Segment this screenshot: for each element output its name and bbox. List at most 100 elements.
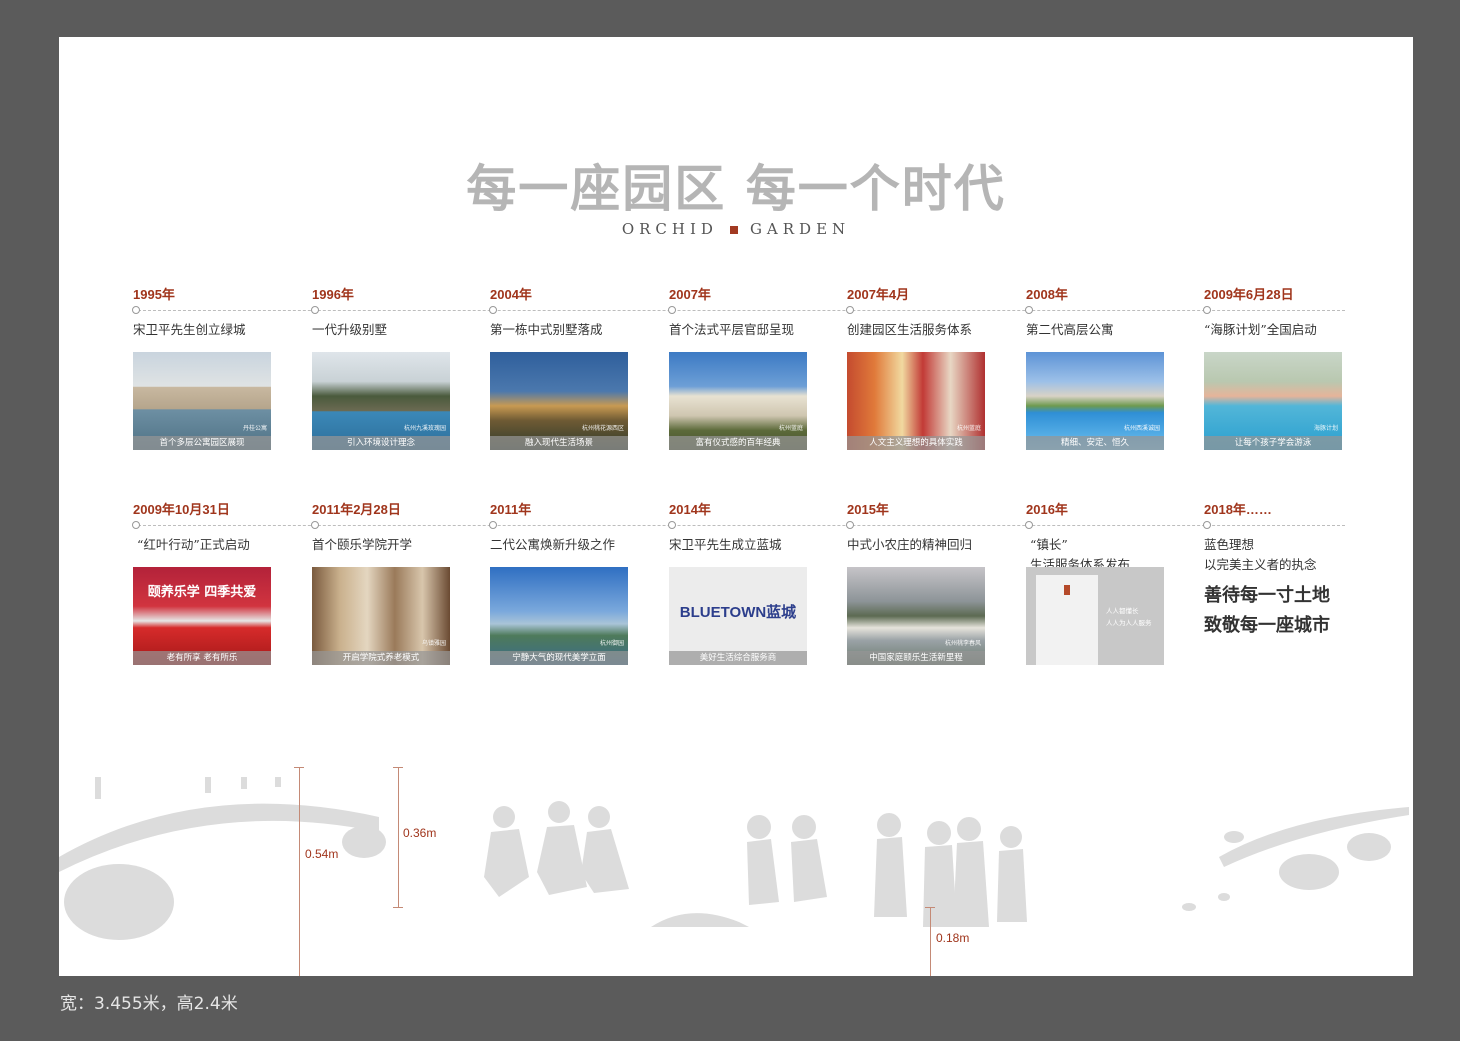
photo-caption: 引入环境设计理念 (312, 436, 450, 450)
timeline-node-icon (489, 306, 497, 314)
timeline-node-icon (668, 521, 676, 529)
brochure-image (1036, 575, 1098, 665)
runner-shape (493, 806, 515, 828)
timeline-date: 2004年 (490, 287, 532, 302)
timeline-photo: 人人都懂长 人人为人人服务 (1026, 567, 1164, 665)
photo-tag: 杭州蓝庭 (956, 425, 981, 432)
photo-tag: 丹桂公寓 (242, 425, 267, 432)
dimension-line (930, 907, 931, 976)
person-shape (95, 777, 101, 799)
child-shape (953, 841, 989, 927)
dimension-label: 0.18m (936, 931, 970, 945)
timeline-date: 2007年4月 (847, 287, 910, 302)
dimension-tick (294, 767, 304, 768)
timeline-date: 2007年 (669, 287, 711, 302)
timeline-date: 2018年…… (1204, 502, 1272, 517)
child-shape (791, 839, 827, 902)
person-shape (275, 777, 281, 787)
photo-caption: 开启学院式养老模式 (312, 651, 450, 665)
photo-banner: 颐养乐学 四季共爱 (147, 585, 257, 600)
timeline-node-icon (846, 521, 854, 529)
subtitle-right: GARDEN (749, 220, 851, 238)
silhouette-decoration (59, 777, 1409, 940)
grass-shape (651, 913, 749, 927)
photo-tag: 海豚计划 (1313, 425, 1338, 432)
photo-caption: 老有所享 老有所乐 (133, 651, 271, 665)
timeline-date: 2008年 (1026, 287, 1068, 302)
timeline-date: 2014年 (669, 502, 711, 517)
bridge-shape (59, 803, 379, 872)
timeline-node-icon (1203, 521, 1211, 529)
photo-caption: 融入现代生活场景 (490, 436, 628, 450)
photo-caption: 宁静大气的现代美学立面 (490, 651, 628, 665)
subtitle-left: ORCHID (621, 220, 718, 238)
timeline-date: 2011年2月28日 (312, 502, 401, 517)
timeline-node-icon (668, 306, 676, 314)
timeline-text: “海豚计划”全国启动 (1204, 322, 1317, 337)
photo-caption: 精细、安定、恒久 (1026, 436, 1164, 450)
runner-shape (548, 801, 570, 823)
photo-tag: 杭州蓝庭 (778, 425, 803, 432)
timeline-photo: 杭州西溪诚园 精细、安定、恒久 (1026, 352, 1164, 450)
person-shape (241, 777, 247, 789)
blossom-shape (1279, 854, 1339, 890)
child-shape (874, 837, 907, 917)
child-shape (747, 839, 779, 905)
slogan-box: 善待每一寸土地 致敬每一座城市 (1204, 567, 1342, 665)
photo-caption: 富有仪式感的百年经典 (669, 436, 807, 450)
child-shape (792, 815, 816, 839)
dimension-label: 0.36m (403, 826, 437, 840)
dimension-label: 0.54m (305, 847, 339, 861)
person-shape (205, 777, 211, 793)
dimension-tick (925, 907, 935, 908)
dimension-line (299, 767, 300, 976)
timeline-date: 2009年10月31日 (133, 502, 230, 517)
timeline-photo: BLUETOWN蓝城 美好生活综合服务商 (669, 567, 807, 665)
runner-shape (537, 825, 587, 895)
bluetown-logo: BLUETOWN蓝城 (679, 604, 797, 621)
photo-tag: 杭州桃李春风 (944, 640, 981, 647)
timeline-node-icon (1025, 306, 1033, 314)
timeline-photo: 颐养乐学 四季共爱 老有所享 老有所乐 (133, 567, 271, 665)
timeline-text: “红叶行动”正式启动 (137, 537, 250, 552)
photo-tag: 杭州桃花源西区 (581, 425, 624, 432)
timeline-node-icon (311, 306, 319, 314)
timeline-photo: 杭州蓝庭 人文主义理想的具体实践 (847, 352, 985, 450)
subtitle-dot-icon (729, 226, 738, 234)
timeline-text: 中式小农庄的精神回归 (847, 537, 973, 552)
timeline-text: 一代升级别墅 (312, 322, 388, 337)
timeline-text: 首个法式平层官邸呈现 (669, 322, 795, 337)
child-shape (1000, 826, 1022, 848)
photo-tag: 杭州御园 (599, 640, 624, 647)
timeline-node-icon (132, 521, 140, 529)
timeline-text: 首个颐乐学院开学 (312, 537, 413, 552)
timeline-node-icon (1025, 521, 1033, 529)
brochure-text: 人人都懂长 人人为人人服务 (1106, 607, 1152, 627)
display-board: 每一座园区 每一个时代 ORCHID GARDEN 1995年 宋卫平先生创立绿城… (59, 37, 1413, 976)
photo-tag: 杭州九溪玫瑰园 (403, 425, 446, 432)
timeline-node-icon (311, 521, 319, 529)
timeline-node-icon (846, 306, 854, 314)
timeline-photo: 杭州桃花源西区 融入现代生活场景 (490, 352, 628, 450)
brochure-mark-icon (1064, 585, 1070, 595)
photo-caption: 人文主义理想的具体实践 (847, 436, 985, 450)
page-title: 每一座园区 每一个时代 (466, 160, 1006, 218)
runner-shape (588, 806, 610, 828)
photo-caption: 美好生活综合服务商 (669, 651, 807, 665)
page-subtitle: ORCHID GARDEN (59, 220, 1413, 238)
timeline-text: 第二代高层公寓 (1026, 322, 1114, 337)
blossom-shape (1347, 833, 1391, 861)
petal-shape (1218, 893, 1230, 901)
timeline-photo: 杭州九溪玫瑰园 引入环境设计理念 (312, 352, 450, 450)
child-shape (923, 845, 957, 927)
child-shape (747, 815, 771, 839)
timeline-date: 2016年 (1026, 502, 1068, 517)
child-shape (957, 817, 981, 841)
timeline-photo: 乌镇雅园 开启学院式养老模式 (312, 567, 450, 665)
photo-caption: 中国家庭颐乐生活新里程 (847, 651, 985, 665)
timeline-date: 2009年6月28日 (1204, 287, 1294, 302)
timeline-photo: 海豚计划 让每个孩子学会游泳 (1204, 352, 1342, 450)
child-shape (997, 849, 1027, 922)
dimension-line (398, 767, 399, 907)
tree-shape (64, 864, 174, 940)
